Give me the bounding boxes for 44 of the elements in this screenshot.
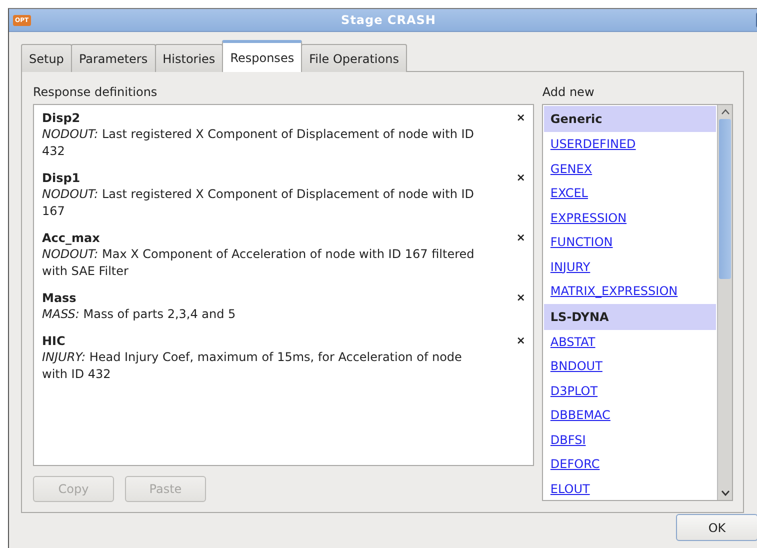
response-description: NODOUT: Last registered X Component of Displacement of node with ID 167 xyxy=(42,186,476,220)
response-type-link[interactable]: EXCEL xyxy=(544,181,716,206)
scroll-down-icon[interactable] xyxy=(720,490,730,496)
tab[interactable]: Parameters xyxy=(70,44,156,72)
response-type-link[interactable]: USERDEFINED xyxy=(544,132,716,156)
response-name: Disp2 xyxy=(42,111,80,125)
section-label: Add new xyxy=(542,84,596,101)
response-type-link[interactable]: DEFORC xyxy=(544,452,716,476)
response-type-link[interactable]: BNDOUT xyxy=(544,354,716,378)
response-type-link[interactable]: FUNCTION xyxy=(544,230,716,254)
response-description: MASS: Mass of parts 2,3,4 and 5 xyxy=(42,306,237,323)
response-type-link[interactable]: GENEX xyxy=(544,156,716,181)
response-name: Acc_max xyxy=(42,231,100,245)
response-description: NODOUT: Last registered X Component of Displacement of node with ID 432 xyxy=(42,126,476,160)
response-type-link[interactable]: DBFSI xyxy=(544,428,716,452)
response-type-link[interactable]: D3PLOT xyxy=(544,378,716,403)
tab[interactable]: Setup xyxy=(21,44,72,72)
remove-icon[interactable]: × xyxy=(516,171,526,185)
response-type-link[interactable]: MATRIX_EXPRESSION xyxy=(544,279,716,304)
response-type-link[interactable]: INJURY xyxy=(544,254,716,279)
remove-icon[interactable]: × xyxy=(516,231,526,245)
window-title: Stage CRASH xyxy=(341,13,436,27)
response-description: NODOUT: Max X Component of Acceleration of node with ID 167 filtered with SAE Filter xyxy=(42,246,476,280)
response-name: Disp1 xyxy=(42,171,80,185)
response-description: INJURY: Head Injury Coef, maximum of 15ms, for Acceleration of node with ID 432 xyxy=(42,349,463,383)
tab[interactable]: File Operations xyxy=(301,44,407,72)
section-label: Response definitions xyxy=(33,84,158,101)
response-name: HIC xyxy=(42,334,66,348)
scrollbar-thumb[interactable] xyxy=(719,119,731,279)
remove-icon[interactable]: × xyxy=(516,111,526,125)
scrollbar[interactable] xyxy=(717,105,732,500)
tab[interactable]: Responses xyxy=(222,40,302,72)
scroll-up-icon[interactable] xyxy=(720,109,730,115)
remove-icon[interactable]: × xyxy=(516,334,526,348)
response-type-link[interactable]: EXPRESSION xyxy=(544,206,716,230)
remove-icon[interactable]: × xyxy=(516,291,526,305)
category-header: LS-DYNA xyxy=(544,304,716,330)
category-header: Generic xyxy=(544,106,716,132)
response-type-link[interactable]: ELOUT xyxy=(544,476,716,500)
ok-button[interactable]: OK xyxy=(676,514,757,541)
response-type-link[interactable]: ABSTAT xyxy=(544,330,716,354)
response-name: Mass xyxy=(42,291,76,305)
response-type-link[interactable]: DBBEMAC xyxy=(544,403,716,428)
tab[interactable]: Histories xyxy=(154,44,224,72)
